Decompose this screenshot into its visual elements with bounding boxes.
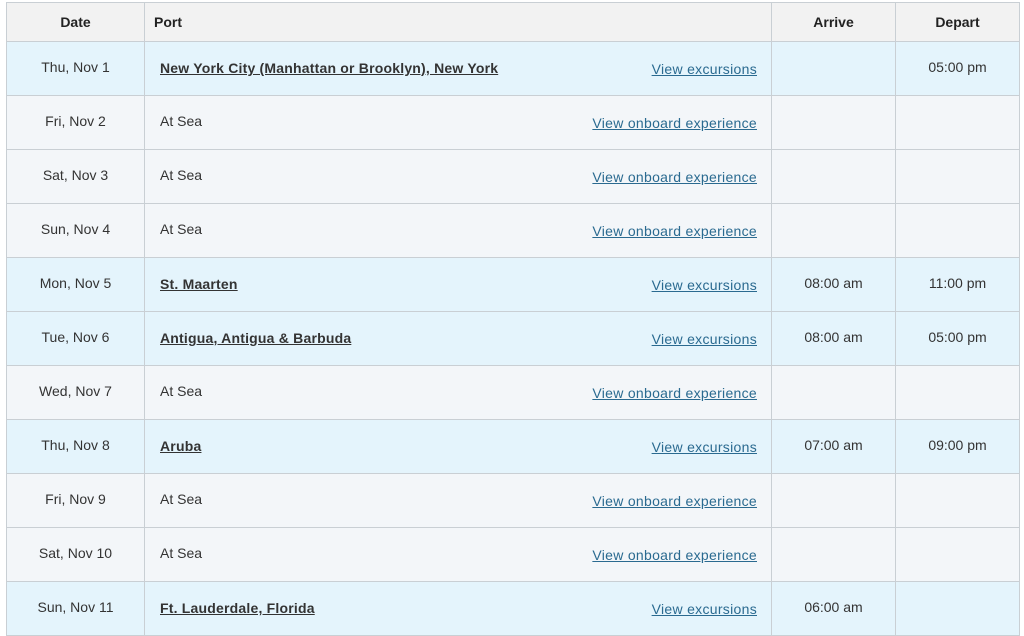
row-arrive	[771, 527, 896, 582]
row-date: Wed, Nov 7	[6, 365, 145, 420]
port-name-link[interactable]: Ft. Lauderdale, Florida	[160, 600, 315, 616]
table-row: Sun, Nov 11 Ft. Lauderdale, Florida View…	[6, 581, 1020, 636]
view-onboard-experience-link[interactable]: View onboard experience	[592, 223, 757, 239]
table-row: Sun, Nov 4 At Sea View onboard experienc…	[6, 203, 1020, 258]
row-arrive	[771, 473, 896, 528]
row-depart	[895, 473, 1020, 528]
table-row: Fri, Nov 2 At Sea View onboard experienc…	[6, 95, 1020, 150]
view-onboard-experience-link[interactable]: View onboard experience	[592, 385, 757, 401]
row-depart: 05:00 pm	[895, 41, 1020, 96]
row-arrive: 08:00 am	[771, 257, 896, 312]
table-row: Wed, Nov 7 At Sea View onboard experienc…	[6, 365, 1020, 420]
itinerary-table-header: Date Port Arrive Depart	[6, 2, 1020, 42]
header-depart: Depart	[895, 2, 1020, 42]
row-port-cell: Ft. Lauderdale, Florida View excursions	[144, 581, 772, 636]
view-onboard-experience-link[interactable]: View onboard experience	[592, 493, 757, 509]
row-depart: 05:00 pm	[895, 311, 1020, 366]
row-arrive	[771, 95, 896, 150]
row-port-cell: At Sea View onboard experience	[144, 473, 772, 528]
row-port-cell: St. Maarten View excursions	[144, 257, 772, 312]
row-port-cell: New York City (Manhattan or Brooklyn), N…	[144, 41, 772, 96]
itinerary-container: Date Port Arrive Depart Thu, Nov 1 New Y…	[6, 2, 1020, 636]
row-depart: 11:00 pm	[895, 257, 1020, 312]
port-name: At Sea	[160, 221, 203, 237]
row-date: Sat, Nov 10	[6, 527, 145, 582]
view-excursions-link[interactable]: View excursions	[652, 601, 757, 617]
row-port-cell: At Sea View onboard experience	[144, 203, 772, 258]
row-port-cell: At Sea View onboard experience	[144, 527, 772, 582]
row-port-cell: At Sea View onboard experience	[144, 365, 772, 420]
header-row: Date Port Arrive Depart	[6, 2, 1020, 42]
view-onboard-experience-link[interactable]: View onboard experience	[592, 169, 757, 185]
row-depart	[895, 527, 1020, 582]
port-name: At Sea	[160, 167, 203, 183]
port-name-link[interactable]: Antigua, Antigua & Barbuda	[160, 330, 351, 346]
port-name: At Sea	[160, 491, 203, 507]
view-onboard-experience-link[interactable]: View onboard experience	[592, 547, 757, 563]
row-date: Mon, Nov 5	[6, 257, 145, 312]
port-name-link[interactable]: St. Maarten	[160, 276, 238, 292]
row-arrive	[771, 203, 896, 258]
port-name: At Sea	[160, 383, 203, 399]
view-excursions-link[interactable]: View excursions	[652, 277, 757, 293]
itinerary-table-body: Thu, Nov 1 New York City (Manhattan or B…	[6, 41, 1020, 636]
table-row: Mon, Nov 5 St. Maarten View excursions 0…	[6, 257, 1020, 312]
row-depart: 09:00 pm	[895, 419, 1020, 474]
view-onboard-experience-link[interactable]: View onboard experience	[592, 115, 757, 131]
header-port: Port	[144, 2, 772, 42]
row-port-cell: At Sea View onboard experience	[144, 95, 772, 150]
header-date: Date	[6, 2, 145, 42]
itinerary-table: Date Port Arrive Depart Thu, Nov 1 New Y…	[6, 2, 1020, 636]
header-arrive: Arrive	[771, 2, 896, 42]
view-excursions-link[interactable]: View excursions	[652, 331, 757, 347]
row-date: Tue, Nov 6	[6, 311, 145, 366]
table-row: Thu, Nov 1 New York City (Manhattan or B…	[6, 41, 1020, 96]
row-depart	[895, 203, 1020, 258]
row-arrive: 08:00 am	[771, 311, 896, 366]
row-port-cell: At Sea View onboard experience	[144, 149, 772, 204]
table-row: Thu, Nov 8 Aruba View excursions 07:00 a…	[6, 419, 1020, 474]
row-date: Sun, Nov 4	[6, 203, 145, 258]
row-port-cell: Aruba View excursions	[144, 419, 772, 474]
row-port-cell: Antigua, Antigua & Barbuda View excursio…	[144, 311, 772, 366]
row-date: Fri, Nov 9	[6, 473, 145, 528]
view-excursions-link[interactable]: View excursions	[652, 439, 757, 455]
table-row: Fri, Nov 9 At Sea View onboard experienc…	[6, 473, 1020, 528]
row-arrive: 06:00 am	[771, 581, 896, 636]
row-date: Sun, Nov 11	[6, 581, 145, 636]
port-name-link[interactable]: New York City (Manhattan or Brooklyn), N…	[160, 60, 498, 76]
table-row: Tue, Nov 6 Antigua, Antigua & Barbuda Vi…	[6, 311, 1020, 366]
row-arrive: 07:00 am	[771, 419, 896, 474]
row-depart	[895, 365, 1020, 420]
row-date: Sat, Nov 3	[6, 149, 145, 204]
port-name: At Sea	[160, 113, 203, 129]
row-arrive	[771, 41, 896, 96]
port-name-link[interactable]: Aruba	[160, 438, 201, 454]
row-depart	[895, 95, 1020, 150]
row-date: Thu, Nov 1	[6, 41, 145, 96]
table-row: Sat, Nov 3 At Sea View onboard experienc…	[6, 149, 1020, 204]
view-excursions-link[interactable]: View excursions	[652, 61, 757, 77]
row-date: Fri, Nov 2	[6, 95, 145, 150]
table-row: Sat, Nov 10 At Sea View onboard experien…	[6, 527, 1020, 582]
row-arrive	[771, 149, 896, 204]
row-arrive	[771, 365, 896, 420]
row-date: Thu, Nov 8	[6, 419, 145, 474]
row-depart	[895, 581, 1020, 636]
row-depart	[895, 149, 1020, 204]
port-name: At Sea	[160, 545, 203, 561]
